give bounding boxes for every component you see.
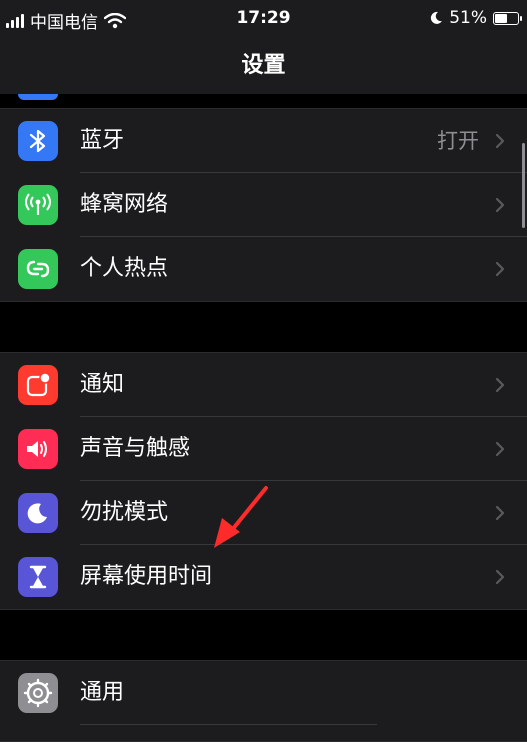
partial-row-icon [18,94,58,100]
settings-row-label: 通用 [80,680,125,705]
battery-percent: 51% [449,8,487,28]
moon-icon [431,11,443,24]
settings-row-sounds[interactable]: 声音与触感 [0,417,527,481]
settings-row-label: 通知 [80,372,125,397]
settings-row-notifications[interactable]: 通知 [0,353,527,417]
settings-row-bluetooth[interactable]: 蓝牙 打开 [0,109,527,173]
settings-row-hotspot[interactable]: 个人热点 [0,237,527,301]
page-title: 设置 [0,38,527,94]
status-right: 51% [429,8,522,28]
chevron-right-icon [495,377,505,393]
status-bar: 中国电信 17:29 51% [0,0,527,38]
chevron-right-icon [495,197,505,213]
settings-row-label: 勿扰模式 [80,500,169,525]
settings-row-cellular[interactable]: 蜂窝网络 [0,173,527,237]
chevron-right-icon [495,569,505,585]
settings-row-screen-time[interactable]: 屏幕使用时间 [0,545,527,609]
settings-group-connectivity: 蓝牙 打开 蜂窝网络 个人热点 [0,108,527,302]
chevron-right-icon [495,441,505,457]
settings-row-label: 个人热点 [80,256,169,281]
settings-group-notifications: 通知 声音与触感 勿扰模式 屏幕使用时间 [0,352,527,610]
chevron-right-icon [495,133,505,149]
gear-icon [18,673,58,713]
moon-icon [18,493,58,533]
bluetooth-icon [18,121,58,161]
row-divider [80,724,377,725]
hourglass-icon [18,557,58,597]
scrollbar[interactable] [522,143,525,228]
speaker-icon [18,429,58,469]
notification-icon [18,365,58,405]
settings-group-general: 通用 [0,660,527,742]
hotspot-icon [18,249,58,289]
settings-row-value: 打开 [437,129,479,153]
settings-row-label: 蓝牙 [80,128,125,153]
settings-row-label: 屏幕使用时间 [80,564,213,589]
settings-row-label: 蜂窝网络 [80,192,169,217]
chevron-right-icon [495,505,505,521]
settings-row-general[interactable]: 通用 [0,661,527,725]
settings-row-do-not-disturb[interactable]: 勿扰模式 [0,481,527,545]
antenna-icon [18,185,58,225]
settings-row-label: 声音与触感 [80,436,191,461]
battery-icon [493,11,522,25]
chevron-right-icon [495,261,505,277]
